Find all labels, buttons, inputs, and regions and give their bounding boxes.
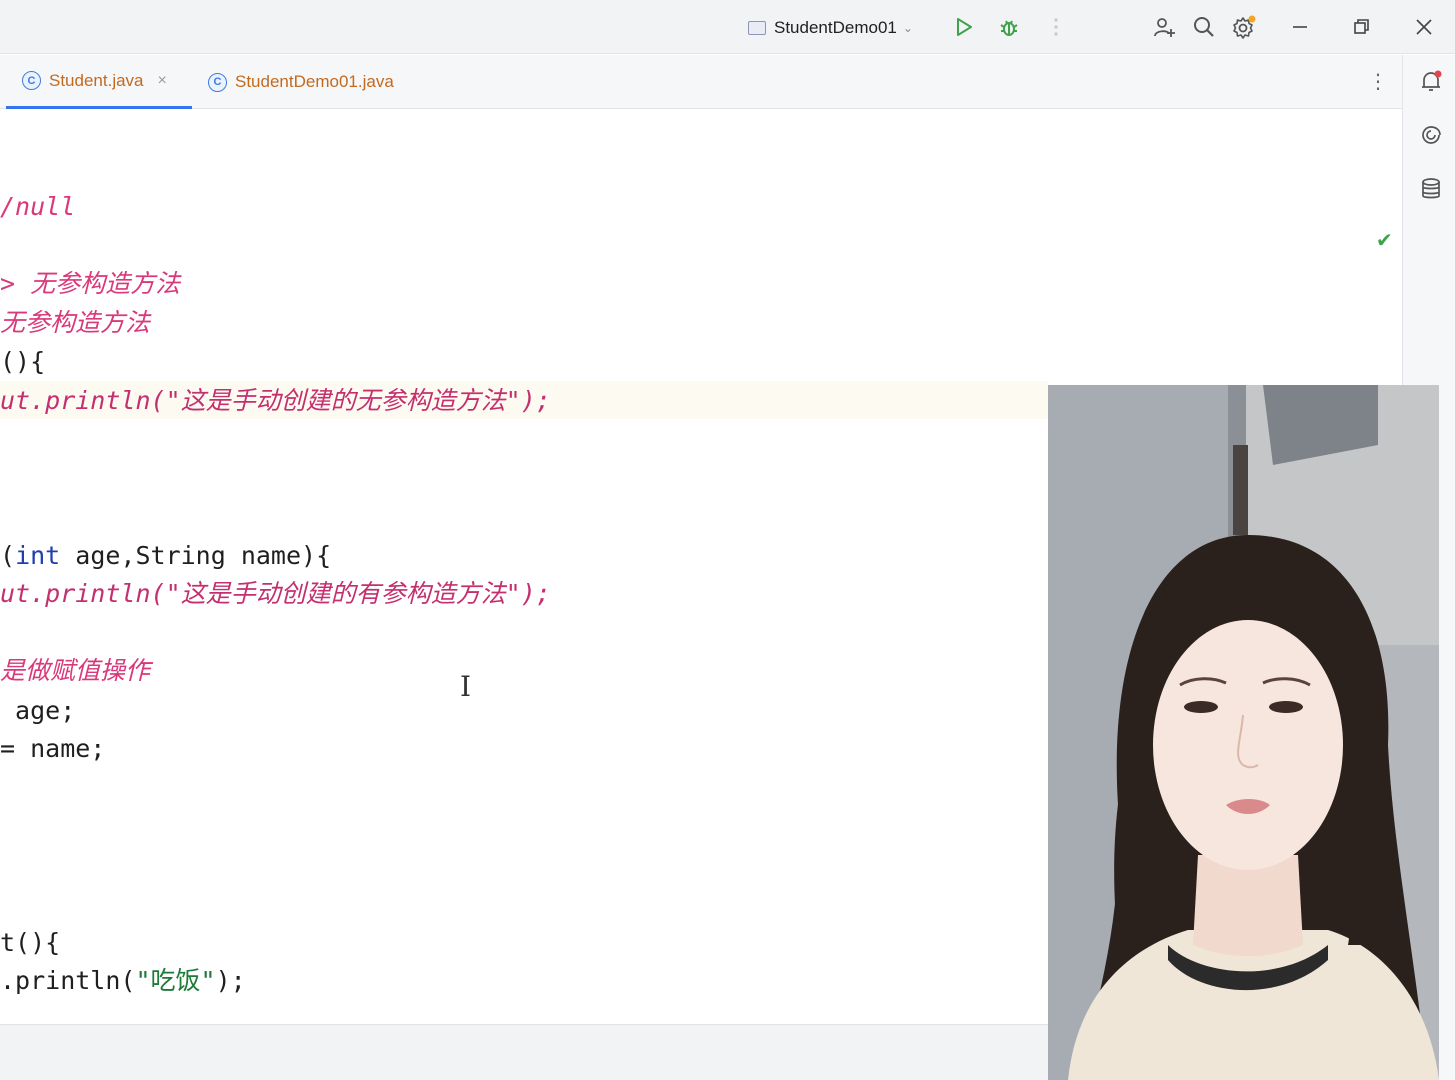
code-line: = name; xyxy=(0,734,106,763)
code-token: ); xyxy=(520,579,551,608)
code-line: .println("吃饭"); xyxy=(0,962,246,1000)
code-line: (int age,String name){ xyxy=(0,537,331,575)
code-line: ut.println("这是手动创建的无参构造方法"); xyxy=(0,382,551,420)
more-vert-icon[interactable] xyxy=(1042,13,1070,41)
code-token: ut.println( xyxy=(0,386,166,415)
code-line: ut.println("这是手动创建的有参构造方法"); xyxy=(0,575,551,613)
no-problems-check-icon: ✔ xyxy=(1376,228,1393,252)
string-literal: "吃饭" xyxy=(135,966,216,995)
window-icon xyxy=(748,21,766,35)
chevron-down-icon: ⌄ xyxy=(902,21,913,35)
restore-icon[interactable] xyxy=(1348,13,1376,41)
search-icon[interactable] xyxy=(1190,13,1218,41)
code-line: t(){ xyxy=(0,928,61,957)
presenter-video-frame xyxy=(1048,385,1439,1080)
class-icon: C xyxy=(208,72,227,92)
code-token: ); xyxy=(520,386,551,415)
code-token: .println( xyxy=(0,966,136,995)
code-token: ( xyxy=(0,541,16,570)
tab-label: Student.java xyxy=(49,70,144,90)
minimize-icon[interactable] xyxy=(1286,13,1314,41)
run-config-label: StudentDemo01 xyxy=(774,18,897,37)
close-tab-icon[interactable]: × xyxy=(158,72,167,90)
tab-studentdemo01-java[interactable]: C StudentDemo01.java xyxy=(208,55,394,109)
code-line: > 无参构造方法 xyxy=(0,269,181,298)
code-token: ut.println( xyxy=(0,579,166,608)
tab-label: StudentDemo01.java xyxy=(235,72,394,91)
tab-more-icon[interactable]: ⋮ xyxy=(1368,69,1388,93)
status-bar xyxy=(0,1024,1048,1080)
notifications-icon[interactable] xyxy=(1418,68,1444,94)
tab-student-java[interactable]: C Student.java × xyxy=(6,55,192,109)
code-line: /null xyxy=(0,192,76,221)
add-user-icon[interactable] xyxy=(1150,13,1178,41)
code-token: ); xyxy=(215,966,246,995)
run-icon[interactable] xyxy=(950,13,978,41)
code-line: 无参构造方法 xyxy=(0,308,151,337)
code-line: (){ xyxy=(0,347,46,376)
run-config-selector[interactable]: StudentDemo01 ⌄ xyxy=(748,14,913,42)
editor-tab-bar: C Student.java × C StudentDemo01.java ⋮ xyxy=(0,55,1402,109)
code-line: age; xyxy=(0,696,76,725)
database-icon[interactable] xyxy=(1418,176,1444,202)
code-line: 是做赋值操作 xyxy=(0,656,151,685)
webcam-overlay xyxy=(1048,385,1439,1080)
title-bar: StudentDemo01 ⌄ xyxy=(0,0,1455,54)
text-cursor-icon: I xyxy=(460,670,472,703)
keyword-token: int xyxy=(15,541,61,570)
debug-icon[interactable] xyxy=(995,13,1023,41)
class-icon: C xyxy=(22,71,41,90)
close-icon[interactable] xyxy=(1410,13,1438,41)
string-literal: "这是手动创建的无参构造方法" xyxy=(165,386,521,415)
code-token: age,String name){ xyxy=(60,541,332,570)
settings-icon[interactable] xyxy=(1230,13,1258,41)
ai-assistant-icon[interactable] xyxy=(1418,122,1444,148)
string-literal: "这是手动创建的有参构造方法" xyxy=(165,579,521,608)
